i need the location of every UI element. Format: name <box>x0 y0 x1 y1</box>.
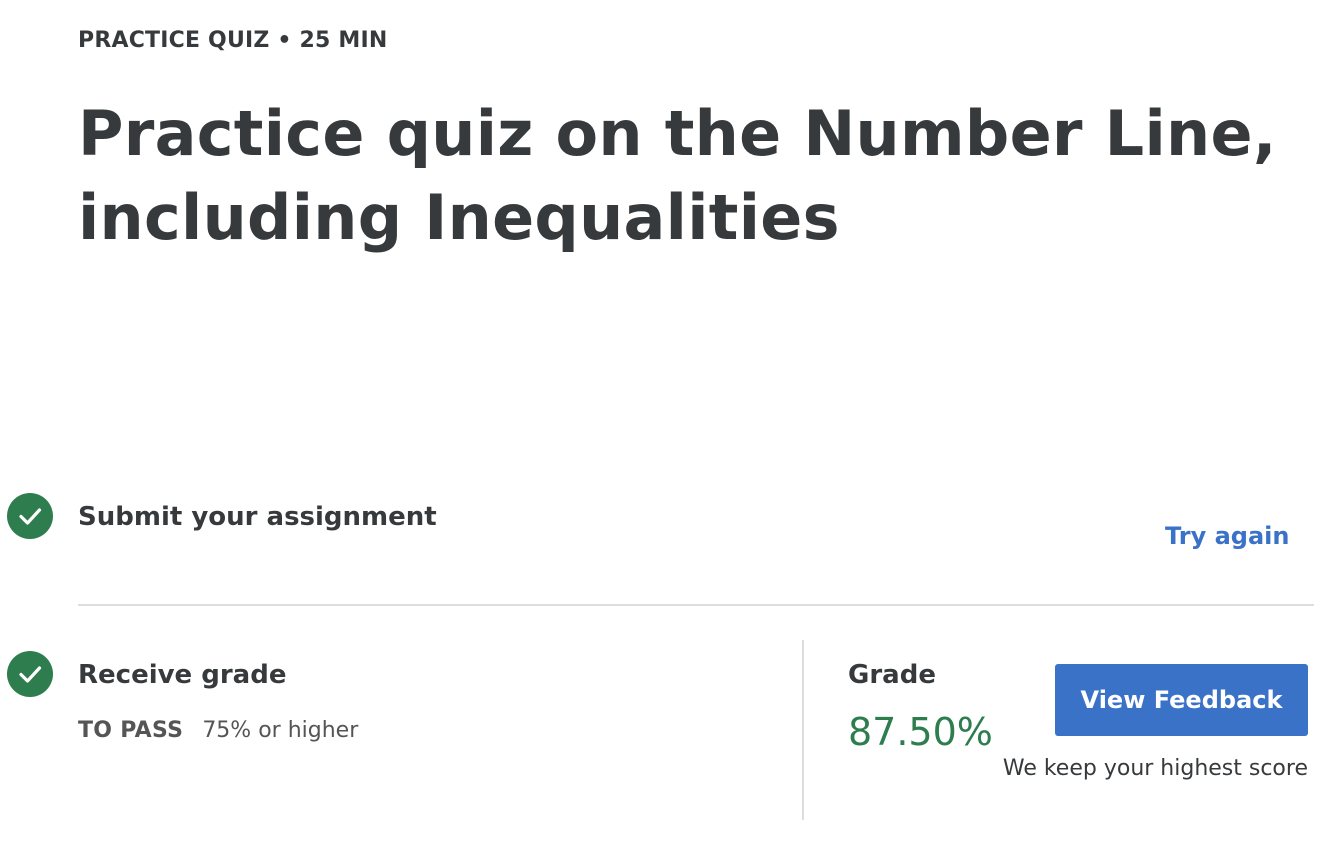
vertical-divider <box>802 640 804 820</box>
try-again-link[interactable]: Try again <box>1165 522 1289 550</box>
highest-score-note: We keep your highest score <box>1002 756 1308 781</box>
submit-assignment-heading: Submit your assignment <box>78 502 437 532</box>
quiz-type-duration: PRACTICE QUIZ • 25 MIN <box>78 28 388 53</box>
pass-threshold: 75% or higher <box>202 718 359 743</box>
checkmark-icon <box>7 493 53 539</box>
grade-label: Grade <box>848 660 936 690</box>
pass-requirement: TO PASS 75% or higher <box>78 718 358 743</box>
checkmark-icon <box>7 651 53 697</box>
page-title: Practice quiz on the Number Line, includ… <box>78 97 1277 254</box>
section-divider <box>78 604 1314 606</box>
grade-value: 87.50% <box>848 710 993 754</box>
receive-grade-heading: Receive grade <box>78 660 287 690</box>
pass-label: TO PASS <box>78 718 184 743</box>
view-feedback-button[interactable]: View Feedback <box>1055 664 1308 736</box>
